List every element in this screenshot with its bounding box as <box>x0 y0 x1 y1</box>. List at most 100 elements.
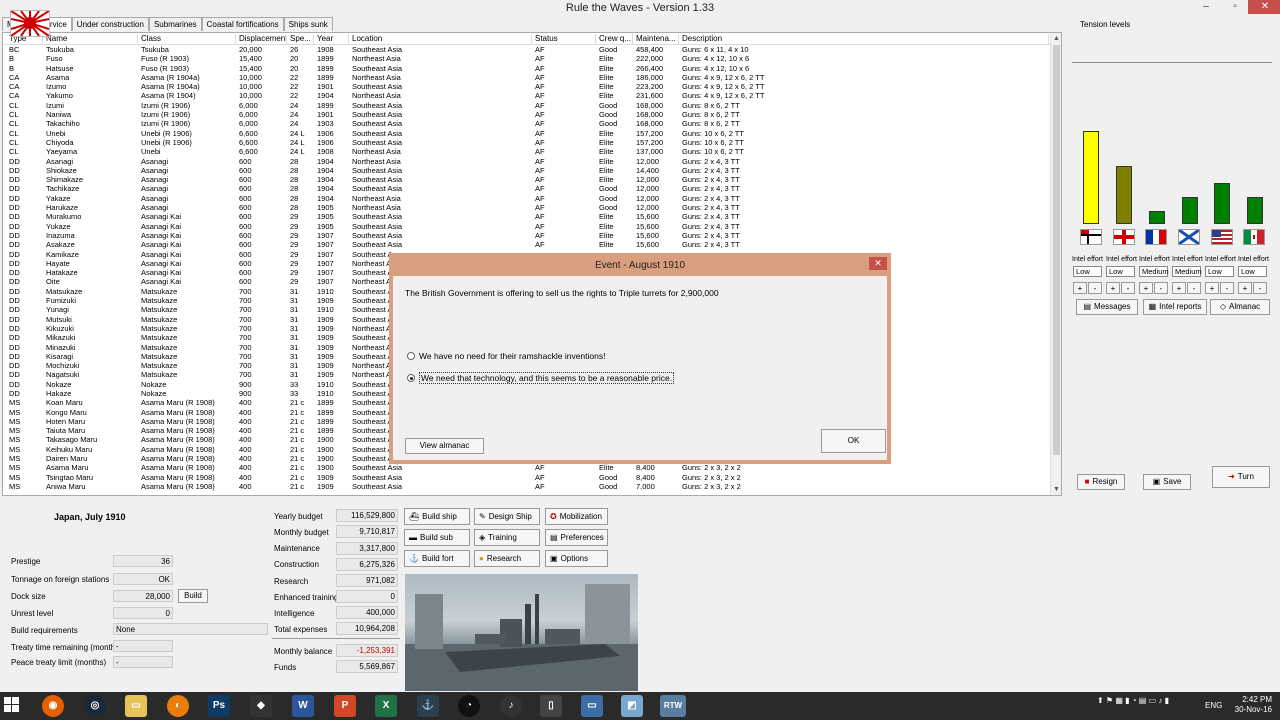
minimize-button[interactable]: – <box>1193 0 1219 14</box>
table-row[interactable]: DD Shimakaze Asanagi 600 28 1904 Southeast Asi… <box>3 175 1051 184</box>
table-row[interactable]: MS Aniwa Maru Asama Maru (R 1908) 400 21 c 19… <box>3 482 1051 491</box>
table-row[interactable]: CL Yaeyama Unebi 6,600 24 L 1908 Northeast Asi… <box>3 147 1051 156</box>
clock[interactable]: 2:42 PM 30-Nov-16 <box>1235 695 1272 715</box>
maximize-button[interactable]: ▫ <box>1222 0 1248 14</box>
design-ship-button[interactable]: ✎ Design Ship <box>474 508 540 525</box>
task-app-icon[interactable]: ◩ <box>621 695 643 717</box>
photoshop-icon[interactable]: Ps <box>208 695 230 717</box>
table-row[interactable]: DD Yakaze Asanagi 600 28 1904 Northeast Asia AF… <box>3 194 1051 203</box>
column-header[interactable]: Name <box>43 34 138 45</box>
table-row[interactable]: DD Yukaze Asanagi Kai 600 29 1905 Southeast As… <box>3 222 1051 231</box>
table-row[interactable]: DD Asanagi Asanagi 600 28 1904 Northeast Asia A… <box>3 157 1051 166</box>
scroll-thumb[interactable] <box>1053 45 1060 455</box>
intel-minus-france[interactable]: - <box>1154 282 1168 294</box>
table-row[interactable]: CL Unebi Unebi (R 1906) 6,600 24 L 1906 Southe… <box>3 129 1051 138</box>
table-row[interactable]: CL Chiyoda Unebi (R 1906) 6,600 24 L 1906 Sout… <box>3 138 1051 147</box>
language-indicator[interactable]: ENG <box>1205 701 1222 710</box>
blender-icon[interactable]: ◐ <box>167 695 189 717</box>
obs-icon[interactable]: ◔ <box>458 695 480 717</box>
build-dock-button[interactable]: Build <box>178 589 208 603</box>
table-row[interactable]: CA Yakumo Asama (R 1904) 10,000 22 1904 Northe… <box>3 91 1051 100</box>
column-header[interactable]: Crew q... <box>596 34 633 45</box>
table-row[interactable]: CL Naniwa Izumi (R 1906) 6,000 24 1901 Southea… <box>3 110 1051 119</box>
table-scrollbar[interactable]: ▲ ▼ <box>1050 33 1061 495</box>
firefox-icon[interactable]: ◉ <box>42 695 64 717</box>
save-button[interactable]: ▣ Save <box>1143 474 1191 490</box>
dialog-close-button[interactable]: ✕ <box>869 257 887 270</box>
table-row[interactable]: CL Takachiho Izumi (R 1906) 6,000 24 1903 Sout… <box>3 119 1051 128</box>
tab-coastal-fortifications[interactable]: Coastal fortifications <box>201 17 284 31</box>
tab-under-construction[interactable]: Under construction <box>71 17 149 31</box>
scroll-down-icon[interactable]: ▼ <box>1051 484 1061 495</box>
word-icon[interactable]: W <box>292 695 314 717</box>
rtw-app-icon[interactable]: RTW <box>660 695 686 717</box>
file-explorer-icon[interactable]: ▭ <box>125 695 147 717</box>
photos-icon[interactable]: ▭ <box>581 695 603 717</box>
warships-icon[interactable]: ⚓ <box>417 695 439 717</box>
build-ship-button[interactable]: ⛴ Build ship <box>404 508 470 525</box>
table-row[interactable]: DD Inazuma Asanagi Kai 600 29 1907 Southeast A… <box>3 231 1051 240</box>
preferences-button[interactable]: ▤ Preferences <box>545 529 608 546</box>
radio-accept[interactable] <box>407 374 415 382</box>
table-row[interactable]: DD Murakumo Asanagi Kai 600 29 1905 Southeast … <box>3 212 1051 221</box>
build-fort-button[interactable]: ⚓ Build fort <box>404 550 470 567</box>
intel-plus-britain[interactable]: + <box>1106 282 1120 294</box>
intel-reports-button[interactable]: ▦ Intel reports <box>1143 299 1207 315</box>
intel-plus-russia[interactable]: + <box>1172 282 1186 294</box>
intel-plus-italy[interactable]: + <box>1238 282 1252 294</box>
table-row[interactable]: DD Asakaze Asanagi Kai 600 29 1907 Southeast A… <box>3 240 1051 249</box>
mobilization-button[interactable]: ✪ Mobilization <box>545 508 608 525</box>
intel-minus-britain[interactable]: - <box>1121 282 1135 294</box>
column-header[interactable]: Year <box>314 34 349 45</box>
table-row[interactable]: CA Izumo Asama (R 1904a) 10,000 22 1901 Southe… <box>3 82 1051 91</box>
radio-decline[interactable] <box>407 352 415 360</box>
powerpoint-icon[interactable]: P <box>334 695 356 717</box>
intel-minus-usa[interactable]: - <box>1220 282 1234 294</box>
table-row[interactable]: CL Izumi Izumi (R 1906) 6,000 24 1899 Southeas… <box>3 101 1051 110</box>
option-accept[interactable]: We need that technology, and this seems … <box>407 372 675 384</box>
build-sub-button[interactable]: ▬ Build sub <box>404 529 470 546</box>
excel-icon[interactable]: X <box>375 695 397 717</box>
steam-icon[interactable]: ◎ <box>84 695 106 717</box>
messages-button[interactable]: ▤ Messages <box>1076 299 1138 315</box>
tab-ships-sunk[interactable]: Ships sunk <box>283 17 333 31</box>
column-header[interactable]: Spe... <box>287 34 314 45</box>
table-row[interactable]: MS Asama Maru Asama Maru (R 1908) 400 21 c 19… <box>3 463 1051 472</box>
view-almanac-button[interactable]: View almanac <box>405 438 484 454</box>
option-decline-label[interactable]: We have no need for their ramshackle inv… <box>419 351 605 361</box>
almanac-button[interactable]: ◇ Almanac <box>1210 299 1270 315</box>
turn-button[interactable]: ➜ Turn <box>1212 466 1270 488</box>
intel-plus-usa[interactable]: + <box>1205 282 1219 294</box>
table-row[interactable]: DD Harukaze Asanagi 600 28 1905 Northeast Asia… <box>3 203 1051 212</box>
intel-minus-russia[interactable]: - <box>1187 282 1201 294</box>
ok-button[interactable]: OK <box>821 429 886 453</box>
table-row[interactable]: B Hatsuse Fuso (R 1903) 15,400 20 1899 Southea… <box>3 64 1051 73</box>
option-decline[interactable]: We have no need for their ramshackle inv… <box>407 351 605 361</box>
intel-plus-germany[interactable]: + <box>1073 282 1087 294</box>
column-header[interactable]: Displacement <box>236 34 287 45</box>
column-header[interactable]: Status <box>532 34 596 45</box>
intel-plus-france[interactable]: + <box>1139 282 1153 294</box>
research-button[interactable]: ● Research <box>474 550 540 567</box>
column-header[interactable]: Class <box>138 34 236 45</box>
intel-minus-italy[interactable]: - <box>1253 282 1267 294</box>
table-row[interactable]: CA Asama Asama (R 1904a) 10,000 22 1899 Northe… <box>3 73 1051 82</box>
table-row[interactable]: DD Shiokaze Asanagi 600 28 1904 Southeast Asia… <box>3 166 1051 175</box>
tray-icons[interactable]: ⬆ ⚑ ▦ ▮ ◔ ▤ ▭ ♪ ▮ <box>1097 696 1169 705</box>
table-row[interactable]: DD Tachikaze Asanagi 600 28 1904 Southeast Asi… <box>3 184 1051 193</box>
column-header[interactable]: Maintena... <box>633 34 679 45</box>
option-accept-label[interactable]: We need that technology, and this seems … <box>419 372 675 384</box>
inkscape-icon[interactable]: ◆ <box>250 695 272 717</box>
training-button[interactable]: ◈ Training <box>474 529 540 546</box>
intel-minus-germany[interactable]: - <box>1088 282 1102 294</box>
table-row[interactable]: B Fuso Fuso (R 1903) 15,400 20 1899 Northeast … <box>3 54 1051 63</box>
windows-start-icon[interactable] <box>4 697 20 713</box>
column-header[interactable]: Location <box>349 34 532 45</box>
table-row[interactable]: BC Tsukuba Tsukuba 20,000 26 1908 Southeast As… <box>3 45 1051 54</box>
scroll-up-icon[interactable]: ▲ <box>1051 33 1061 44</box>
table-row[interactable]: MS Tsingtao Maru Asama Maru (R 1908) 400 21 … <box>3 473 1051 482</box>
resign-button[interactable]: ■ Resign <box>1077 474 1125 490</box>
close-button[interactable]: ✕ <box>1248 0 1280 14</box>
column-header[interactable]: Description <box>679 34 1049 45</box>
options-button[interactable]: ▣ Options <box>545 550 608 567</box>
